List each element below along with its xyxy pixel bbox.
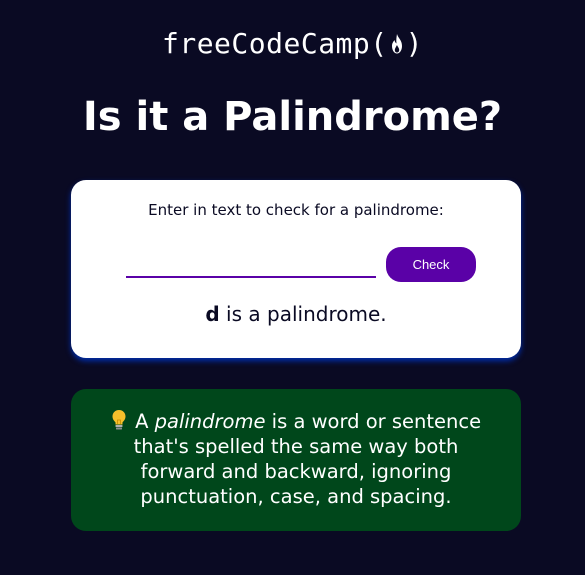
freecodecamp-logo: freeCodeCamp( ) <box>0 27 585 60</box>
result-suffix: is a palindrome. <box>219 302 387 326</box>
lightbulb-icon <box>112 410 126 430</box>
definition-before: A <box>128 410 155 433</box>
text-input-label: Enter in text to check for a palindrome: <box>148 201 444 219</box>
definition-term: palindrome <box>154 410 266 433</box>
definition-text: A palindrome is a word or sentence that'… <box>101 409 491 509</box>
flame-icon <box>391 34 402 54</box>
page-title: Is it a Palindrome? <box>82 94 503 140</box>
check-button[interactable]: Check <box>386 247 476 282</box>
logo-text-after: ) <box>405 27 423 60</box>
result-word: d <box>205 302 220 326</box>
palindrome-definition-box: A palindrome is a word or sentence that'… <box>71 389 521 531</box>
text-input[interactable] <box>126 250 376 278</box>
result-message: d is a palindrome. <box>71 302 521 326</box>
logo-text-before: freeCodeCamp( <box>161 27 388 60</box>
